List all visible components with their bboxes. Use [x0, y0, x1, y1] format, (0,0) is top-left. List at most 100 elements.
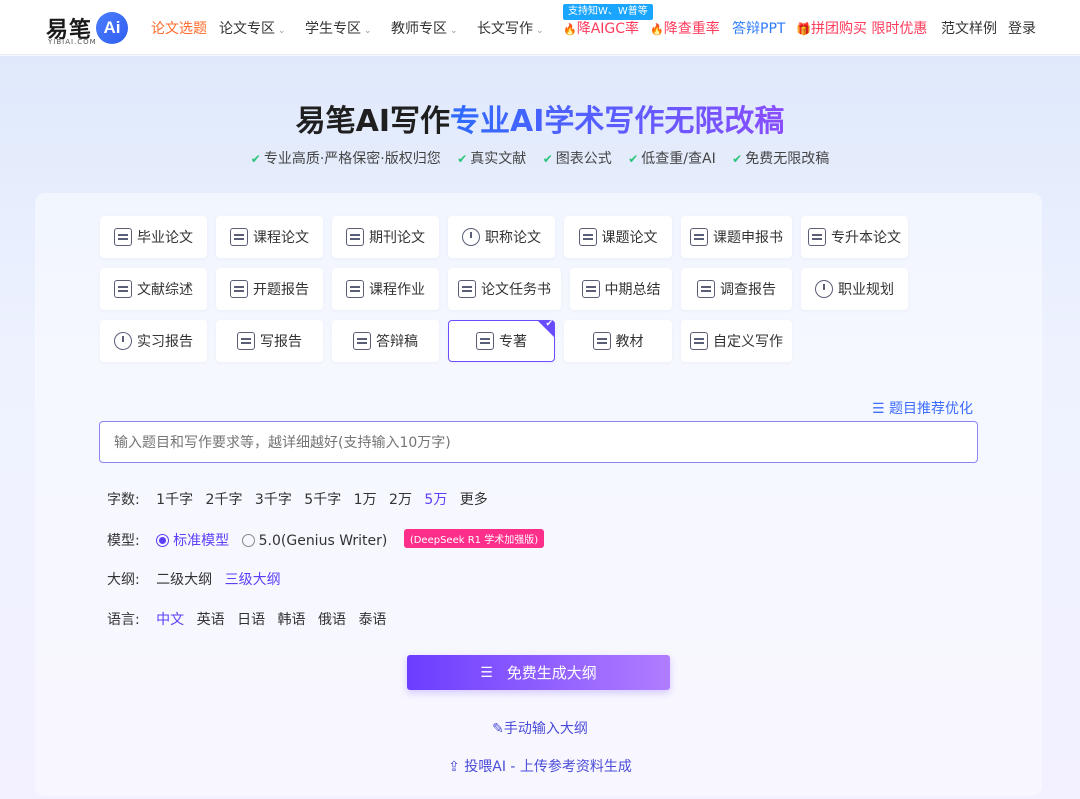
outline-option-selected[interactable]: 三级大纲	[225, 572, 281, 588]
type-label: 实习报告	[137, 334, 193, 350]
word-option[interactable]: 5千字	[304, 492, 341, 508]
type-button-project-paper[interactable]: 课题论文	[564, 216, 672, 258]
type-button-textbook[interactable]: 教材	[564, 320, 672, 362]
type-button-internship-report[interactable]: 实习报告	[100, 320, 207, 362]
type-label: 中期总结	[604, 282, 661, 298]
type-label: 课程作业	[369, 282, 425, 298]
model-option-genius[interactable]: 5.0(Genius Writer)	[241, 533, 387, 549]
manual-outline-link[interactable]: ✎手动输入大纲	[0, 718, 1080, 738]
search-doc-icon	[346, 280, 364, 298]
language-option[interactable]: 韩语	[278, 612, 306, 628]
upload-label: 投喂AI - 上传参考资料生成	[464, 759, 632, 775]
type-button-title-paper[interactable]: 职称论文	[448, 216, 555, 258]
clipboard-icon	[581, 280, 600, 298]
nav-item-long-writing[interactable]: 长文写作 ⌄	[477, 18, 544, 38]
type-button-career-plan[interactable]: 职业规划	[801, 268, 908, 310]
type-label: 教材	[615, 334, 644, 350]
type-label: 答辩稿	[376, 334, 418, 350]
chevron-down-icon: ⌄	[450, 26, 458, 36]
upload-reference-link[interactable]: ⇪ 投喂AI - 上传参考资料生成	[0, 756, 1080, 776]
clipboard-icon	[458, 280, 476, 298]
word-option[interactable]: 2万	[389, 492, 412, 508]
language-option[interactable]: 俄语	[318, 612, 346, 628]
type-button-graduation[interactable]: 毕业论文	[100, 216, 207, 258]
report-icon	[230, 280, 248, 298]
type-button-survey-report[interactable]: 调查报告	[681, 268, 792, 310]
feature-list: ✔ 专业高质·严格保密·版权归您 ✔ 真实文献 ✔ 图表公式 ✔ 低查重/查AI ✔ 免费…	[0, 148, 1080, 168]
nav-item-samples[interactable]: 范文样例	[941, 18, 997, 38]
type-button-task-book[interactable]: 论文任务书	[448, 268, 561, 310]
type-label: 职称论文	[485, 230, 541, 246]
nav-item-label: 教师专区	[391, 21, 447, 37]
language-option[interactable]: 日语	[237, 612, 265, 628]
language-option[interactable]: 泰语	[358, 612, 386, 628]
edit-doc-icon	[237, 332, 255, 350]
type-button-upgrade-paper[interactable]: 专升本论文	[801, 216, 908, 258]
deepseek-badge: (DeepSeek R1 学术加强版)	[403, 529, 545, 548]
language-row: 语言: 中文 英语 日语 韩语 俄语 泰语	[107, 609, 394, 629]
word-option[interactable]: 3千字	[255, 492, 292, 508]
generate-outline-button[interactable]: ☰ 免费生成大纲	[407, 655, 670, 690]
type-label: 调查报告	[720, 282, 776, 298]
outline-option[interactable]: 二级大纲	[156, 572, 212, 588]
nav-item-label: 拼团购买 限时优惠	[810, 21, 928, 37]
type-label: 专升本论文	[831, 230, 901, 246]
document-icon	[114, 280, 132, 298]
nav-item-label: 降查重率	[663, 21, 720, 37]
nav-item-defense-ppt[interactable]: 答辩PPT	[732, 18, 785, 38]
topic-suggest-link[interactable]: ☰ 题目推荐优化	[872, 398, 973, 418]
type-label: 课题论文	[601, 230, 658, 246]
site-logo[interactable]: 易笔 YIBIAI.COM Ai	[46, 10, 130, 48]
feature-item: ✔ 低查重/查AI	[628, 151, 716, 167]
sliders-icon	[690, 332, 708, 350]
word-option[interactable]: 2千字	[206, 492, 243, 508]
word-option-selected[interactable]: 5万	[424, 492, 447, 508]
type-label: 文献综述	[137, 282, 193, 298]
type-button-custom-writing[interactable]: 自定义写作	[681, 320, 792, 362]
feature-item: ✔ 图表公式	[543, 151, 612, 167]
clipboard-icon	[690, 228, 708, 246]
type-label: 期刊论文	[369, 230, 425, 246]
type-label: 论文任务书	[481, 282, 551, 298]
topic-input[interactable]	[99, 421, 978, 463]
clock-icon	[815, 280, 833, 298]
type-label: 开题报告	[253, 282, 309, 298]
nav-item-group-buy[interactable]: 🎁拼团购买 限时优惠	[796, 18, 927, 38]
type-button-opening-report[interactable]: 开题报告	[216, 268, 323, 310]
word-option-more[interactable]: 更多	[460, 492, 488, 508]
fire-icon: 🔥	[650, 23, 664, 36]
nav-item-paper-zone[interactable]: 论文专区 ⌄	[219, 18, 286, 38]
type-button-midterm-summary[interactable]: 中期总结	[570, 268, 672, 310]
feature-text: 真实文献	[470, 151, 527, 167]
nav-item-login[interactable]: 登录	[1008, 18, 1036, 38]
type-button-defense-script[interactable]: 答辩稿	[332, 320, 439, 362]
type-button-journal[interactable]: 期刊论文	[332, 216, 439, 258]
nav-item-reduce-duplicate[interactable]: 🔥降查重率	[650, 18, 720, 38]
type-button-homework[interactable]: 课程作业	[332, 268, 439, 310]
nav-item-reduce-aigc[interactable]: 🔥降AIGC率	[563, 18, 639, 38]
type-button-literature-review[interactable]: 文献综述	[100, 268, 207, 310]
title-plain: 易笔AI写作	[295, 104, 450, 139]
nav-item-topic[interactable]: 论文选题	[151, 18, 207, 38]
nav-item-label: 长文写作	[477, 21, 533, 37]
type-button-write-report[interactable]: 写报告	[216, 320, 323, 362]
model-option-standard[interactable]: 标准模型	[156, 533, 229, 549]
word-option[interactable]: 1万	[354, 492, 377, 508]
nav-item-label: 学生专区	[305, 21, 361, 37]
page-title: 易笔AI写作专业AI学术写作无限改稿	[0, 96, 1080, 140]
language-option-selected[interactable]: 中文	[156, 612, 184, 628]
nav-item-student-zone[interactable]: 学生专区 ⌄	[305, 18, 372, 38]
language-option[interactable]: 英语	[197, 612, 225, 628]
check-icon: ✔	[542, 152, 553, 166]
feature-text: 专业高质·严格保密·版权归您	[263, 151, 441, 167]
type-button-course-paper[interactable]: 课程论文	[216, 216, 323, 258]
nav-item-teacher-zone[interactable]: 教师专区 ⌄	[391, 18, 458, 38]
nav-item-label: 论文专区	[219, 21, 275, 37]
word-option[interactable]: 1千字	[156, 492, 193, 508]
feature-item: ✔ 真实文献	[457, 151, 526, 167]
type-button-monograph[interactable]: 专著 ✔	[448, 319, 555, 362]
type-button-project-proposal[interactable]: 课题申报书	[681, 216, 792, 258]
type-label: 职业规划	[838, 282, 894, 298]
feature-text: 低查重/查AI	[641, 151, 716, 167]
feature-text: 图表公式	[555, 151, 612, 167]
